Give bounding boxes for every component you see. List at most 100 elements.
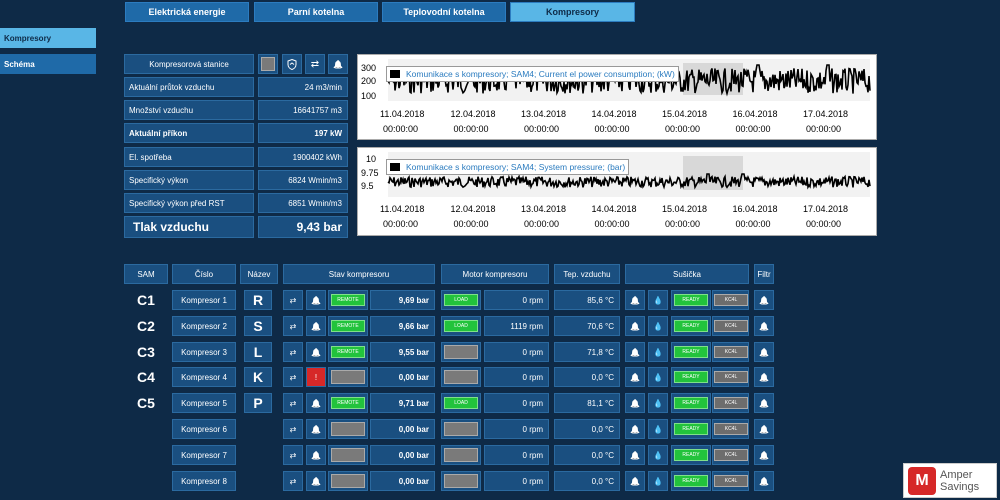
x-tick-date: 16.04.2018 — [733, 204, 778, 214]
drop-icon[interactable]: 💧 — [648, 445, 668, 465]
info-row-specific: Specifický výkon 6824 Wmin/m3 — [124, 170, 348, 190]
swap-icon[interactable]: ⇄ — [283, 290, 303, 310]
pressure-chart-legend: Komunikace s kompresory; SAM4; System pr… — [386, 159, 630, 175]
swap-icon[interactable]: ⇄ — [283, 367, 303, 387]
filter-bell-icon[interactable] — [754, 471, 774, 491]
sidebar-item-kompresory[interactable]: Kompresory — [0, 28, 96, 48]
filter-bell-icon[interactable] — [754, 393, 774, 413]
swap-icon[interactable]: ⇄ — [283, 471, 303, 491]
info-value: 6851 Wmin/m3 — [258, 193, 348, 213]
sidebar-item-schema[interactable]: Schéma — [0, 54, 96, 74]
bell-icon[interactable] — [306, 342, 326, 362]
bell-icon[interactable] — [306, 393, 326, 413]
swap-icon[interactable]: ⇄ — [283, 316, 303, 336]
logo-line2: Savings — [940, 480, 980, 493]
drop-icon[interactable]: 💧 — [648, 367, 668, 387]
header-tep: Tep. vzduchu — [554, 264, 620, 284]
temperature-value: 85,6 °C — [554, 290, 620, 310]
bell-icon[interactable] — [625, 290, 645, 310]
temperature-value: 0,0 °C — [554, 471, 620, 491]
temperature-value: 0,0 °C — [554, 445, 620, 465]
motor-state-badge — [444, 345, 478, 359]
state-badge — [331, 474, 365, 488]
drop-icon[interactable]: 💧 — [648, 471, 668, 491]
y-tick: 10 — [366, 154, 376, 164]
bell-icon[interactable] — [306, 419, 326, 439]
kc-badge: KC4L — [714, 294, 748, 306]
bell-icon[interactable] — [625, 419, 645, 439]
dryer-badge: READY — [674, 423, 708, 435]
power-chart-legend: Komunikace s kompresory; SAM4; Current e… — [386, 66, 679, 82]
tab-kompresory[interactable]: Kompresory — [510, 2, 635, 22]
rpm-value: 0 rpm — [484, 419, 549, 439]
sam-code: C2 — [137, 318, 155, 334]
rpm-value: 0 rpm — [484, 342, 549, 362]
x-tick-date: 12.04.2018 — [451, 204, 496, 214]
bell-icon[interactable] — [625, 342, 645, 362]
compressor-name: Kompresor 1 — [172, 290, 236, 310]
drop-icon[interactable]: 💧 — [648, 342, 668, 362]
swap-icon[interactable]: ⇄ — [283, 445, 303, 465]
shield-icon[interactable] — [282, 54, 302, 74]
info-row-pressure: Tlak vzduchu 9,43 bar — [124, 216, 348, 238]
x-tick-date: 13.04.2018 — [521, 204, 566, 214]
tab-parni-kotelna[interactable]: Parní kotelna — [254, 2, 378, 22]
bell-icon[interactable] — [328, 54, 348, 74]
drop-icon[interactable]: 💧 — [648, 393, 668, 413]
bell-icon[interactable] — [625, 471, 645, 491]
filter-bell-icon[interactable] — [754, 290, 774, 310]
motor-state-badge: LOAD — [444, 397, 478, 409]
tab-elektricka-energie[interactable]: Elektrická energie — [125, 2, 249, 22]
filter-bell-icon[interactable] — [754, 445, 774, 465]
info-row-consumption: El. spotřeba 1900402 kWh — [124, 147, 348, 167]
dryer-badge: READY — [674, 346, 708, 358]
motor-state-badge: LOAD — [444, 294, 478, 306]
info-label: Množství vzduchu — [124, 100, 254, 120]
drop-icon[interactable]: 💧 — [648, 419, 668, 439]
filter-bell-icon[interactable] — [754, 367, 774, 387]
tab-teplovodni-kotelna[interactable]: Teplovodní kotelna — [382, 2, 506, 22]
x-tick-time: 00:00:00 — [806, 124, 841, 134]
legend-swatch — [390, 70, 400, 78]
info-row-flow: Aktuální průtok vzduchu 24 m3/min — [124, 77, 348, 97]
status-indicator — [258, 54, 278, 74]
bell-icon[interactable] — [306, 290, 326, 310]
info-value: 9,43 bar — [258, 216, 348, 238]
swap-icon[interactable]: ⇄ — [283, 342, 303, 362]
swap-icon[interactable]: ⇄ — [283, 419, 303, 439]
sam-code: C5 — [137, 395, 155, 411]
filter-bell-icon[interactable] — [754, 342, 774, 362]
x-tick-date: 14.04.2018 — [592, 109, 637, 119]
alarm-icon[interactable]: ! — [306, 367, 326, 387]
drop-icon[interactable]: 💧 — [648, 316, 668, 336]
bell-icon[interactable] — [625, 367, 645, 387]
bell-icon[interactable] — [306, 445, 326, 465]
pressure-chart[interactable]: 10 9.75 9.5 11.04.2018 00:00:00 12.04.2018… — [357, 147, 877, 236]
header-sam: SAM — [124, 264, 168, 284]
swap-icon[interactable]: ⇄ — [305, 54, 325, 74]
power-chart[interactable]: 300 200 100 11.04.2018 00:00:00 12.04.2018… — [357, 54, 877, 140]
kc-badge: KC4L — [714, 423, 748, 435]
header-susicka: Sušička — [625, 264, 749, 284]
x-tick-time: 00:00:00 — [383, 219, 418, 229]
state-badge: REMOTE — [331, 346, 365, 358]
temperature-value: 71,8 °C — [554, 342, 620, 362]
state-badge — [331, 422, 365, 436]
info-label: Aktuální příkon — [124, 123, 254, 143]
info-value: 16641757 m3 — [258, 100, 348, 120]
drop-icon[interactable]: 💧 — [648, 290, 668, 310]
x-tick-time: 00:00:00 — [806, 219, 841, 229]
bell-icon[interactable] — [625, 445, 645, 465]
filter-bell-icon[interactable] — [754, 316, 774, 336]
filter-bell-icon[interactable] — [754, 419, 774, 439]
x-tick-time: 00:00:00 — [595, 124, 630, 134]
bell-icon[interactable] — [625, 393, 645, 413]
compressor-name: Kompresor 2 — [172, 316, 236, 336]
compressor-code: R — [244, 290, 272, 310]
bell-icon[interactable] — [306, 471, 326, 491]
bell-icon[interactable] — [306, 316, 326, 336]
swap-icon[interactable]: ⇄ — [283, 393, 303, 413]
legend-label: Komunikace s kompresory; SAM4; System pr… — [406, 162, 626, 172]
bell-icon[interactable] — [625, 316, 645, 336]
compressor-code: P — [244, 393, 272, 413]
